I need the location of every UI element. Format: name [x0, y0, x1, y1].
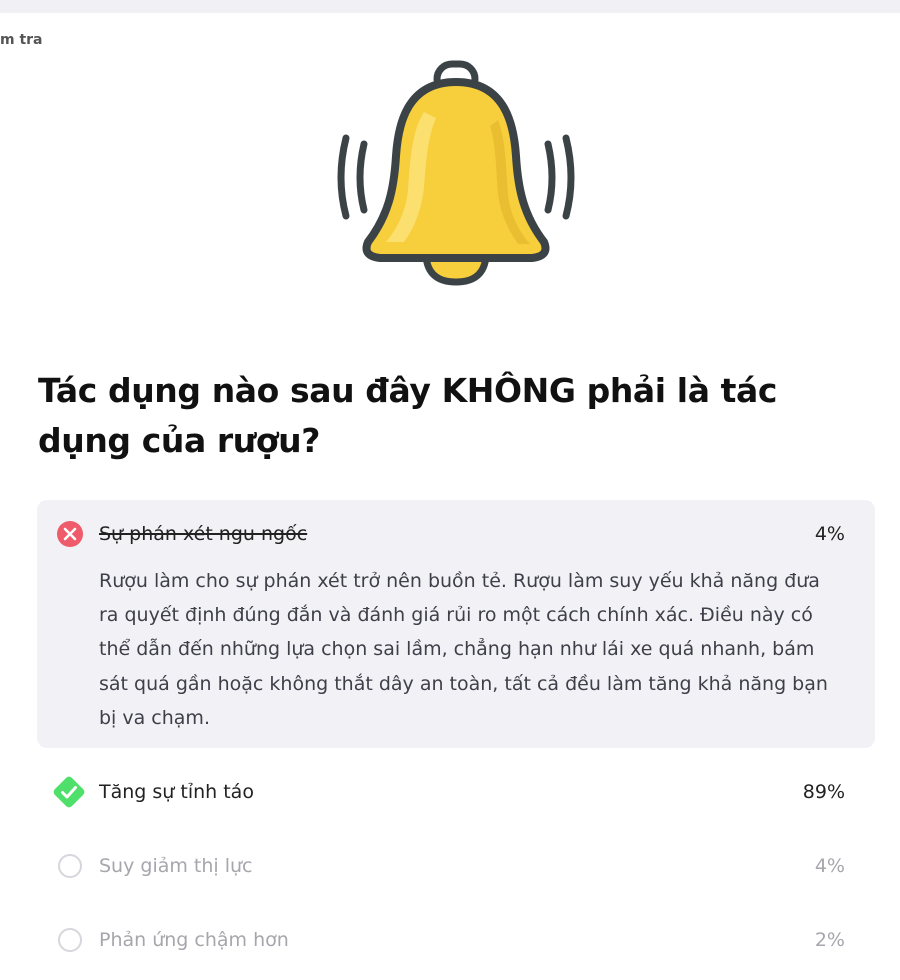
option-percent: 4%	[814, 855, 845, 877]
option-percent: 89%	[802, 781, 845, 803]
answer-explanation: Rượu làm cho sự phán xét trở nên buồn tẻ…	[99, 570, 828, 729]
empty-circle-icon	[56, 852, 84, 880]
option-label: Suy giảm thị lực	[99, 855, 253, 877]
option-label: Sự phán xét ngu ngốc	[99, 523, 308, 545]
option-percent: 2%	[814, 929, 845, 951]
option-2[interactable]: Tăng sự tỉnh táo 89%	[0, 771, 900, 811]
option-percent: 4%	[814, 523, 845, 545]
option-3[interactable]: Suy giảm thị lực 4%	[0, 845, 900, 885]
check-diamond-icon	[51, 774, 87, 810]
breadcrumb[interactable]: m tra	[0, 32, 43, 48]
option-4[interactable]: Phản ứng chậm hơn 2%	[0, 919, 900, 959]
option-label: Phản ứng chậm hơn	[99, 929, 289, 951]
question-title: Tác dụng nào sau đây KHÔNG phải là tác d…	[38, 371, 778, 460]
bell-ringing-icon	[337, 60, 575, 286]
option-1[interactable]: Sự phán xét ngu ngốc 4%	[0, 513, 900, 553]
option-label: Tăng sự tỉnh táo	[99, 781, 254, 803]
empty-circle-icon	[56, 926, 84, 954]
x-circle-icon	[56, 520, 84, 548]
top-bar	[0, 0, 900, 13]
